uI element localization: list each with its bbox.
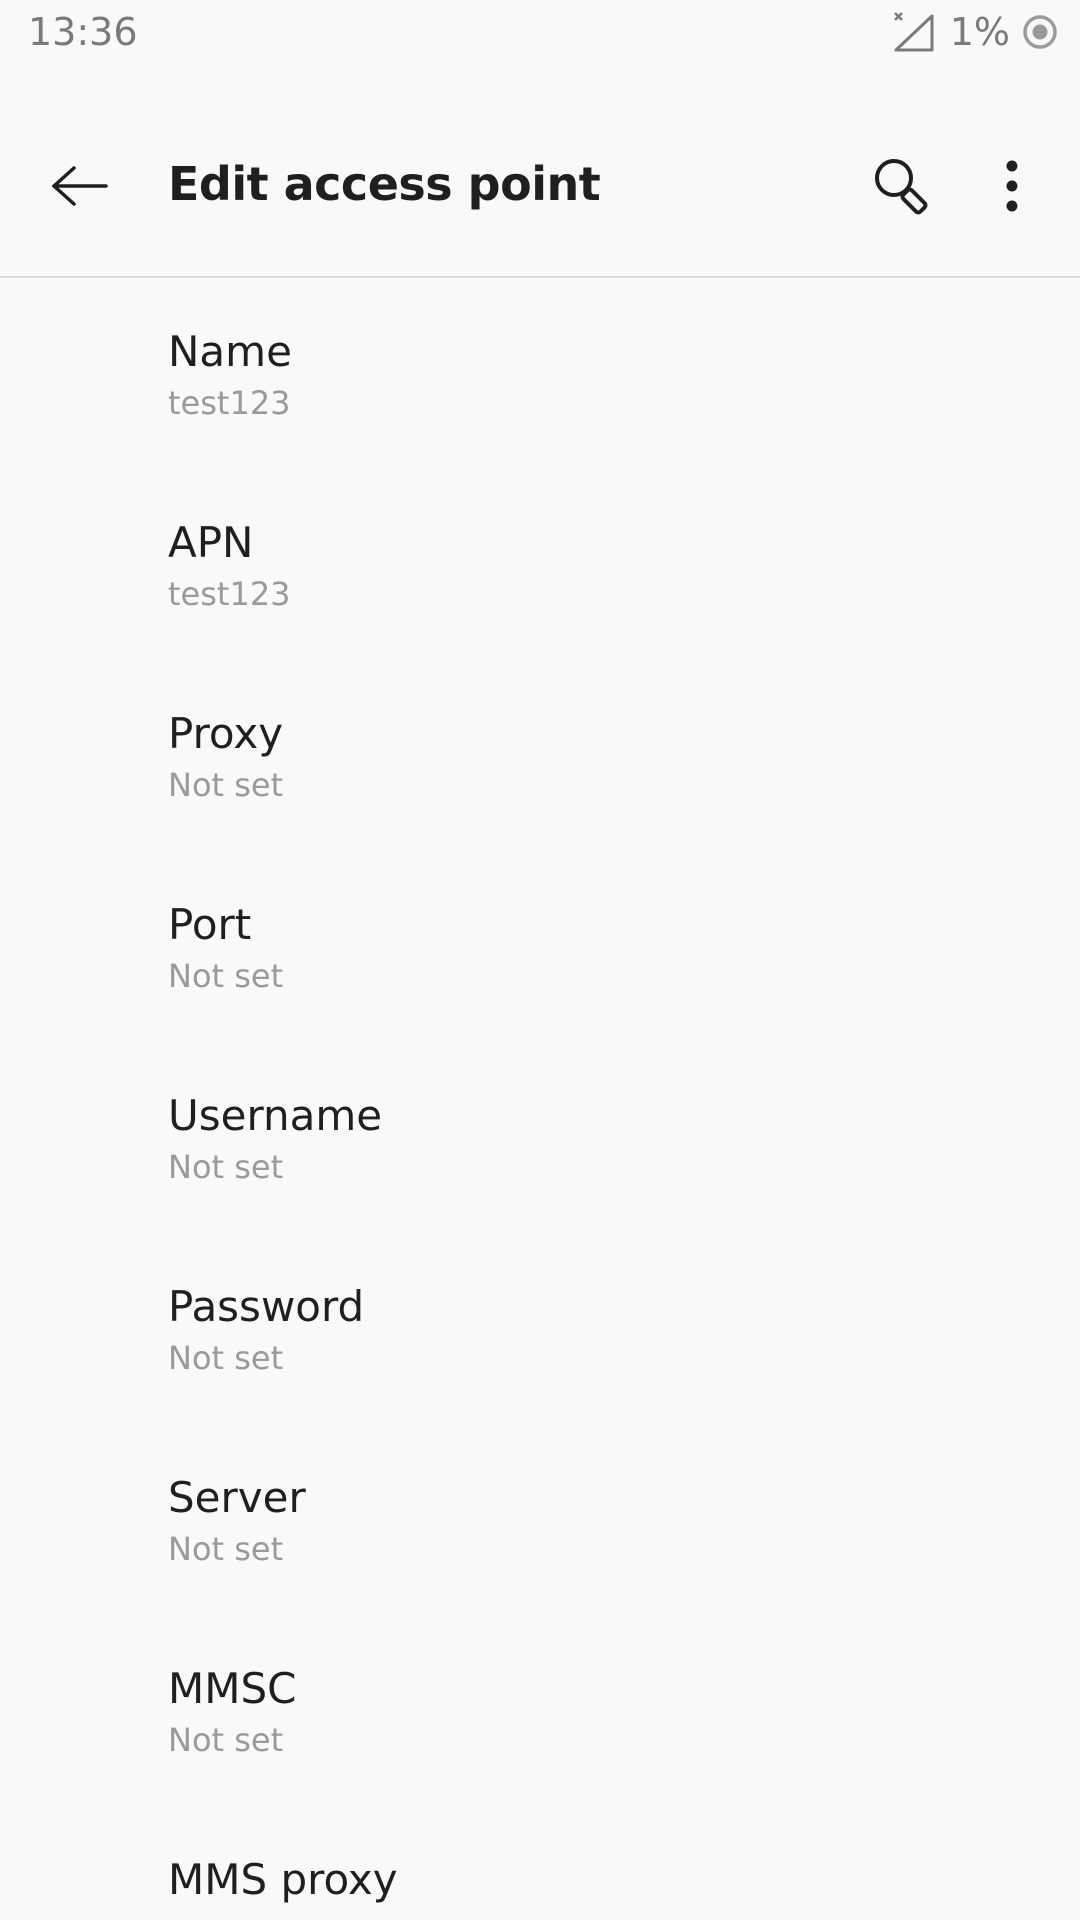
setting-title: Username [168,1091,383,1140]
setting-username[interactable]: Username Not set [0,1042,1080,1233]
setting-title: Server [168,1473,306,1522]
search-icon [875,159,928,215]
setting-title: MMS proxy [168,1855,398,1904]
do-not-disturb-icon [1023,15,1057,49]
setting-title: Password [168,1282,365,1331]
status-bar: 13:36 1% [0,0,1080,64]
setting-title: APN [168,518,254,567]
setting-summary: Not set [168,1339,284,1377]
setting-server[interactable]: Server Not set [0,1424,1080,1615]
settings-list: Name test123 APN test123 Proxy Not set P… [0,278,1080,1920]
app-bar: Edit access point [0,96,1080,278]
setting-title: Proxy [168,709,284,758]
setting-title: MMSC [168,1664,297,1713]
back-button[interactable] [40,146,120,226]
setting-summary: test123 [168,575,291,613]
setting-summary: Not set [168,766,284,804]
battery-percentage: 1% [949,10,1010,54]
setting-title: Name [168,327,292,376]
setting-summary: test123 [168,384,291,422]
setting-name[interactable]: Name test123 [0,278,1080,469]
setting-port[interactable]: Port Not set [0,851,1080,1042]
setting-summary: Not set [168,1530,284,1568]
search-button[interactable] [862,146,942,226]
setting-summary: Not set [168,1148,284,1186]
status-time: 13:36 [28,10,138,54]
setting-password[interactable]: Password Not set [0,1233,1080,1424]
more-vert-icon [1006,160,1018,212]
back-arrow-icon [52,166,108,206]
no-signal-icon [893,12,934,52]
setting-summary: Not set [168,957,284,995]
setting-mmsc[interactable]: MMSC Not set [0,1615,1080,1806]
setting-mms-proxy[interactable]: MMS proxy [0,1806,1080,1920]
setting-summary: Not set [168,1721,284,1759]
page-title: Edit access point [168,157,601,211]
screen: 13:36 1% Edit access point Name test123 … [0,0,1080,1920]
setting-proxy[interactable]: Proxy Not set [0,660,1080,851]
status-icons: 1% [892,8,1058,56]
more-options-button[interactable] [972,146,1052,226]
setting-apn[interactable]: APN test123 [0,469,1080,660]
setting-title: Port [168,900,252,949]
